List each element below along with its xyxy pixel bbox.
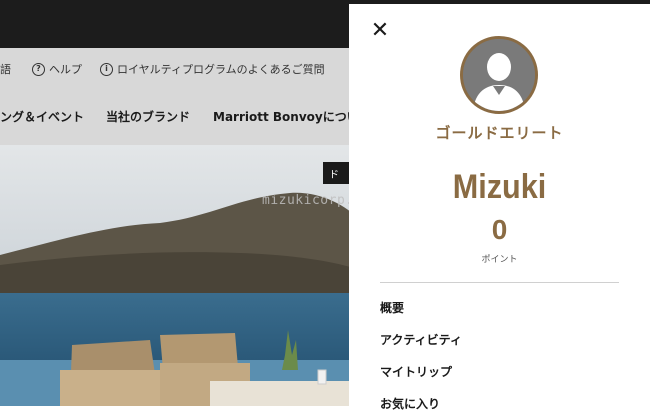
- member-account-panel: ✕ ゴールドエリート Mizuki 0 ポイント 概要 アクティビティ マイトリ…: [349, 4, 650, 411]
- hero-caption-badge: ド: [323, 162, 349, 184]
- faq-label: ロイヤルティプログラムのよくあるご質問: [117, 63, 325, 76]
- language-label: 語: [0, 63, 11, 76]
- panel-divider: [380, 282, 619, 283]
- close-icon: ✕: [370, 18, 390, 43]
- menu-item-my-trips[interactable]: マイトリップ: [380, 363, 452, 380]
- close-button[interactable]: ✕: [369, 20, 391, 42]
- hero-badge-text: ド: [329, 169, 339, 181]
- member-name: Mizuki: [452, 168, 547, 206]
- member-tier: ゴールドエリート: [435, 124, 564, 142]
- help-link[interactable]: ? ヘルプ: [32, 61, 82, 77]
- avatar: [460, 36, 538, 114]
- menu-item-overview[interactable]: 概要: [380, 299, 404, 316]
- help-label: ヘルプ: [49, 63, 82, 76]
- default-user-icon: [463, 39, 535, 111]
- points-balance: 0: [491, 214, 508, 245]
- nav-item-events[interactable]: ング＆イベント: [0, 108, 84, 125]
- nav-item-brands[interactable]: 当社のブランド: [106, 108, 190, 125]
- faq-link[interactable]: i ロイヤルティプログラムのよくあるご質問: [100, 61, 325, 77]
- menu-item-activity[interactable]: アクティビティ: [380, 331, 462, 348]
- nav-item-about-bonvoy[interactable]: Marriott Bonvoyについ: [213, 108, 359, 125]
- points-label: ポイント: [481, 255, 518, 265]
- info-icon: i: [100, 62, 113, 76]
- question-icon: ?: [32, 62, 45, 76]
- menu-item-favorites[interactable]: お気に入り: [380, 395, 440, 412]
- language-link[interactable]: 語: [0, 61, 11, 77]
